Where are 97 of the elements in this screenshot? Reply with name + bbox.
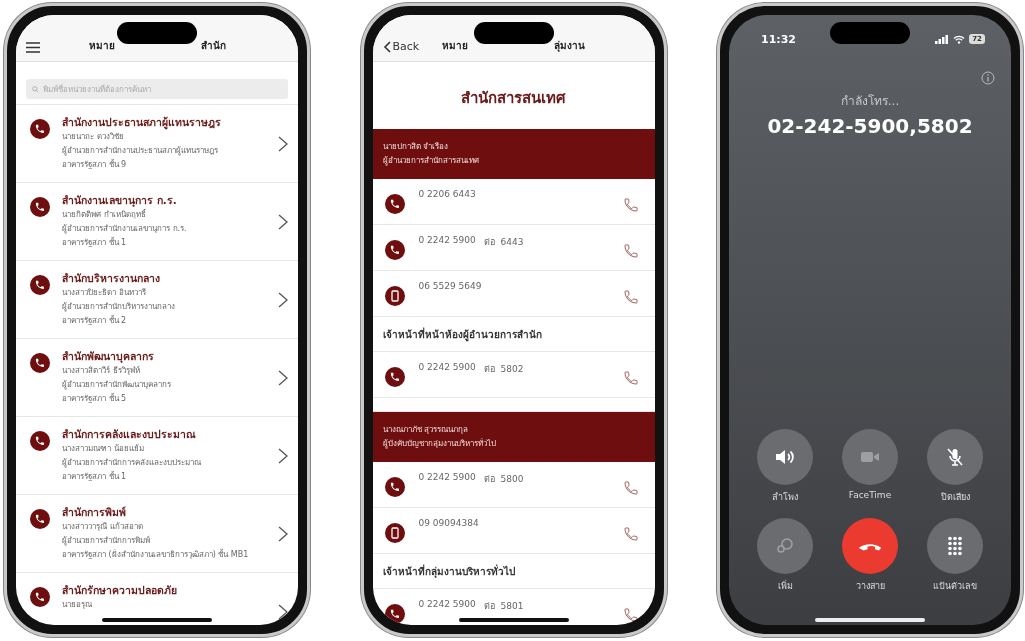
phone-icon (384, 240, 405, 260)
chevron-right-icon (278, 135, 288, 152)
office-detail: อาคารรัฐสภา ชั้น 9 (62, 158, 128, 171)
extension-number: ต่อ 5801 (483, 600, 524, 613)
office-name: สำนักงานเลขานุการ ก.ร. (62, 193, 178, 208)
phone-icon (384, 194, 405, 214)
phone-icon (384, 477, 405, 497)
menu-icon[interactable] (26, 42, 40, 53)
office-detail: อาคารรัฐสภา ชั้น 5 (62, 392, 128, 405)
chevron-right-icon (278, 291, 288, 308)
chevron-right-icon (278, 525, 288, 542)
office-detail: ผู้อำนวยการสำนักงานเลขานุการ ก.ร. (62, 223, 188, 236)
phone-icon (30, 197, 50, 217)
phone-icon (30, 509, 50, 529)
phone-icon (30, 353, 50, 373)
chevron-right-icon (278, 369, 288, 386)
search-field[interactable]: พิมพ์ชื่อหน่วยงานที่ต้องการค้นหา (26, 79, 288, 99)
office-name: สำนักรักษาความปลอดภัย (62, 583, 178, 598)
office-detail: อาคารรัฐสภา ชั้น 1 (62, 236, 128, 249)
phone-icon (30, 431, 50, 451)
office-detail: นางสาวปิยะธิดา อินทวารี (62, 287, 147, 299)
phone-icon (30, 275, 50, 295)
office-detail: นางสาวมณฑา น้อยแย้ม (62, 443, 145, 455)
office-name: สำนักการพิมพ์ (62, 505, 127, 520)
phone-number: 09 09094384 (418, 518, 479, 528)
phone-number: 0 2242 5900 (418, 599, 476, 611)
phone-number: 06 5529 5649 (418, 281, 482, 291)
signal-icon (935, 34, 950, 44)
office-name: สำนักงานประธานสภาผู้แทนราษฎร (62, 115, 222, 130)
person-position: ผู้บังคับบัญชากลุ่มงานบริหารทั่วไป (382, 437, 497, 451)
person-name: นางณภาภัช สุวรรณนภกุล (382, 424, 470, 436)
phone-number: 0 2242 5900 (418, 472, 476, 484)
search-icon (32, 86, 39, 93)
button-label: ลำโพง (772, 491, 798, 504)
screen-title: หมาย (88, 39, 115, 53)
section-heading: เจ้าหน้าที่หน้าห้องผู้อำนวยการสำนัก (372, 317, 655, 352)
button-label: FaceTime (848, 490, 892, 500)
button-label: วางสาย (855, 580, 885, 593)
phone-number: 0 2206 6443 (418, 189, 476, 199)
chevron-right-icon (278, 447, 288, 464)
mobile-phone-icon (384, 523, 405, 543)
office-detail: นายนาถะ ดวงวิชัย (62, 131, 125, 143)
extension-number: ต่อ 5802 (483, 363, 524, 376)
person-position: ผู้อำนวยการสำนักสารสนเทศ (382, 155, 480, 168)
office-list-item[interactable]: สำนักการคลังและงบประมาณ นางสาวมณฑา น้อยแย้ม ผู้อำนวยการสำนักการคลังและงบประมาณ อาคารรัฐสภา ชั้น 1 (16, 416, 298, 494)
phone-number: 0 2242 5900 (418, 362, 476, 374)
office-detail: อาคารรัฐสภา (ฝั่งสำนักงานเลขาธิการวุฒิสภา) ชั้น MB1 (62, 548, 250, 561)
office-heading: สำนักสารสนเทศ (460, 88, 567, 109)
office-detail: นางสาววารุณี แก้วสอาด (62, 521, 144, 533)
screen-title: สำนัก (200, 39, 226, 53)
person-name: นายปกาสิต จำเรือง (382, 141, 450, 153)
call-control-button[interactable] (927, 429, 983, 485)
screen-title: หมาย (442, 39, 468, 53)
phone-icon (30, 119, 50, 139)
office-detail: ผู้อำนวยการสำนักงานประธานสภาผู้แทนราษฎร (62, 145, 219, 158)
office-detail: อาคารรัฐสภา ชั้น 2 (62, 314, 128, 327)
screen-title: ลุ่มงาน (554, 39, 585, 53)
office-name: สำนักการคลังและงบประมาณ (62, 427, 197, 442)
office-detail: อาคารรัฐสภา ชั้น 1 (62, 470, 128, 483)
chevron-left-icon (382, 40, 391, 53)
wifi-icon (953, 34, 966, 44)
office-name: สำนักพัฒนาบุคลากร (62, 349, 155, 364)
call-status: กำลังโทร... (839, 93, 901, 110)
office-detail: ผู้อำนวยการสำนักพัฒนาบุคลากร (62, 379, 172, 392)
info-icon[interactable] (981, 71, 995, 85)
phone-icon (30, 587, 50, 607)
back-button[interactable]: Back (382, 40, 420, 53)
call-control-button[interactable] (927, 518, 983, 574)
office-detail: ผู้อำนวยการสำนักบริหารงานกลาง (62, 301, 176, 314)
office-detail: นายกิตติพศ กำเหนิดฤทธิ์ (62, 208, 147, 221)
status-time: 11:32 (761, 32, 796, 46)
end-call-icon (858, 541, 882, 551)
office-name: สำนักบริหารงานกลาง (62, 271, 161, 286)
button-label: เพิ่ม (777, 579, 793, 593)
button-label: แป้นตัวเลข (933, 580, 977, 593)
chevron-right-icon (278, 213, 288, 230)
office-list-item[interactable]: สำนักพัฒนาบุคลากร นางสาวสิตาวีร์ ธีรวิรุฬห์ ผู้อำนวยการสำนักพัฒนาบุคลากร อาคารรัฐสภา ชั้น 5 (16, 338, 298, 416)
office-detail: นายอรุณ (62, 599, 93, 611)
office-detail: นางสาวสิตาวีร์ ธีรวิรุฬห์ (62, 365, 141, 377)
office-list-item[interactable]: สำนักบริหารงานกลาง นางสาวปิยะธิดา อินทวารี ผู้อำนวยการสำนักบริหารงานกลาง อาคารรัฐสภา ชั้น 2 (16, 260, 298, 338)
office-detail: ผู้อำนวยการสำนักการคลังและงบประมาณ (62, 457, 202, 470)
button-label: ปิดเสียง (940, 491, 970, 504)
office-detail: ผู้อำนวยการสำนักการพิมพ์ (62, 535, 151, 548)
office-list-item[interactable]: สำนักงานประธานสภาผู้แทนราษฎร นายนาถะ ดวงวิชัย ผู้อำนวยการสำนักงานประธานสภาผู้แทนราษฎร อาคารรัฐสภา ชั้น 9 (16, 104, 298, 182)
office-list-item[interactable]: สำนักงานเลขานุการ ก.ร. นายกิตติพศ กำเหนิดฤทธิ์ ผู้อำนวยการสำนักงานเลขานุการ ก.ร. อาคารรัฐสภา ชั้น 1 (16, 182, 298, 260)
office-list-item[interactable]: สำนักการพิมพ์ นางสาววารุณี แก้วสอาด ผู้อำนวยการสำนักการพิมพ์ อาคารรัฐสภา (ฝั่งสำนักงานเลขาธิการวุฒิสภา) ชั้น MB1 (16, 494, 298, 572)
call-control-button[interactable] (757, 429, 813, 485)
phone-number: 0 2242 5900 (418, 235, 476, 247)
dialed-number: 02-242-5900,5802 (766, 114, 974, 138)
phone-icon (384, 367, 405, 387)
extension-number: ต่อ 6443 (483, 236, 524, 249)
section-heading: เจ้าหน้าที่กลุ่มงานบริหารทั่วไป (372, 554, 655, 589)
mobile-phone-icon (384, 286, 405, 306)
chevron-right-icon (278, 603, 288, 620)
end-call-button[interactable] (842, 518, 898, 574)
extension-number: ต่อ 5800 (483, 473, 524, 486)
phone-icon[interactable] (622, 607, 639, 623)
